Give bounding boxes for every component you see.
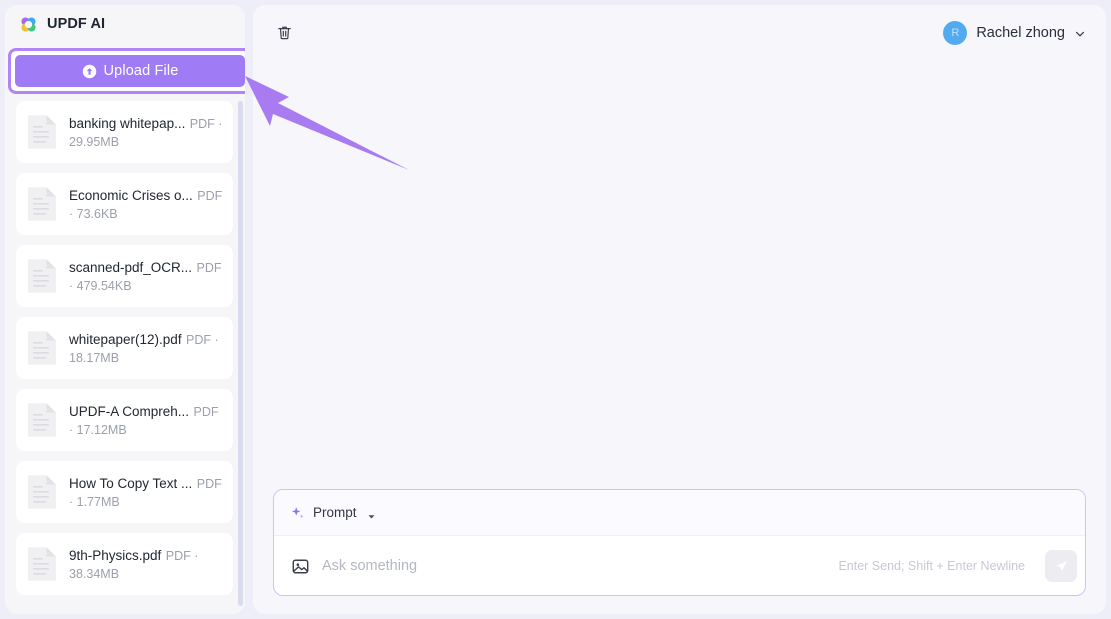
file-list-item[interactable]: How To Copy Text ... PDF · 1.77MB [16,461,233,523]
document-icon [25,472,59,512]
send-paper-plane-icon[interactable] [1045,550,1077,582]
file-info: UPDF-A Compreh... PDF · 17.12MB [69,402,223,439]
ask-input[interactable] [322,558,826,574]
prompt-label: Prompt [313,505,357,520]
upload-file-label: Upload File [104,63,179,79]
conversation-area [253,60,1106,485]
file-info: Economic Crises o... PDF · 73.6KB [69,186,223,223]
file-name: whitepaper(12).pdf [69,332,182,347]
document-icon [25,256,59,296]
sidebar-header: UPDF AI [5,5,245,43]
caret-down-icon [367,508,376,517]
file-list-item[interactable]: 9th-Physics.pdf PDF · 38.34MB [16,533,233,595]
sidebar: UPDF AI Upload File banking whitepap... [5,5,245,614]
document-icon [25,400,59,440]
file-name: 9th-Physics.pdf [69,548,161,563]
file-list[interactable]: banking whitepap... PDF · 29.95MB Econom… [5,101,245,614]
main-topbar: R Rachel zhong [253,5,1106,60]
file-name: scanned-pdf_OCR... [69,260,192,275]
main-panel: R Rachel zhong Prompt [253,5,1106,614]
file-list-item[interactable]: banking whitepap... PDF · 29.95MB [16,101,233,163]
file-info: 9th-Physics.pdf PDF · 38.34MB [69,546,223,583]
upload-circle-arrow-icon [82,64,97,79]
file-list-item[interactable]: UPDF-A Compreh... PDF · 17.12MB [16,389,233,451]
file-list-item[interactable]: Economic Crises o... PDF · 73.6KB [16,173,233,235]
composer-body: Enter Send; Shift + Enter Newline [274,536,1085,596]
updf-clover-logo-icon [19,15,38,34]
file-list-item[interactable]: whitepaper(12).pdf PDF · 18.17MB [16,317,233,379]
trash-icon[interactable] [271,20,297,46]
user-menu[interactable]: R Rachel zhong [943,21,1086,45]
document-icon [25,112,59,152]
avatar: R [943,21,967,45]
document-icon [25,184,59,224]
upload-file-highlight: Upload File [8,48,245,94]
chevron-down-icon [1074,27,1086,39]
image-icon[interactable] [290,556,310,576]
file-info: scanned-pdf_OCR... PDF · 479.54KB [69,258,223,295]
document-icon [25,328,59,368]
sidebar-scrollbar[interactable] [238,101,243,606]
file-info: banking whitepap... PDF · 29.95MB [69,114,223,151]
brand-name: UPDF AI [47,16,105,32]
send-hint: Enter Send; Shift + Enter Newline [838,559,1025,573]
sparkle-icon [290,505,306,521]
file-name: Economic Crises o... [69,188,193,203]
upload-file-button[interactable]: Upload File [15,55,245,87]
file-name: banking whitepap... [69,116,185,131]
file-list-item[interactable]: scanned-pdf_OCR... PDF · 479.54KB [16,245,233,307]
file-info: whitepaper(12).pdf PDF · 18.17MB [69,330,223,367]
user-name: Rachel zhong [976,25,1065,41]
file-info: How To Copy Text ... PDF · 1.77MB [69,474,223,511]
document-icon [25,544,59,584]
composer-header[interactable]: Prompt [274,490,1085,536]
file-name: How To Copy Text ... [69,476,192,491]
file-name: UPDF-A Compreh... [69,404,189,419]
prompt-composer: Prompt Enter Send; Shift + Enter N [273,489,1086,596]
app-root: UPDF AI Upload File banking whitepap... [0,0,1111,619]
